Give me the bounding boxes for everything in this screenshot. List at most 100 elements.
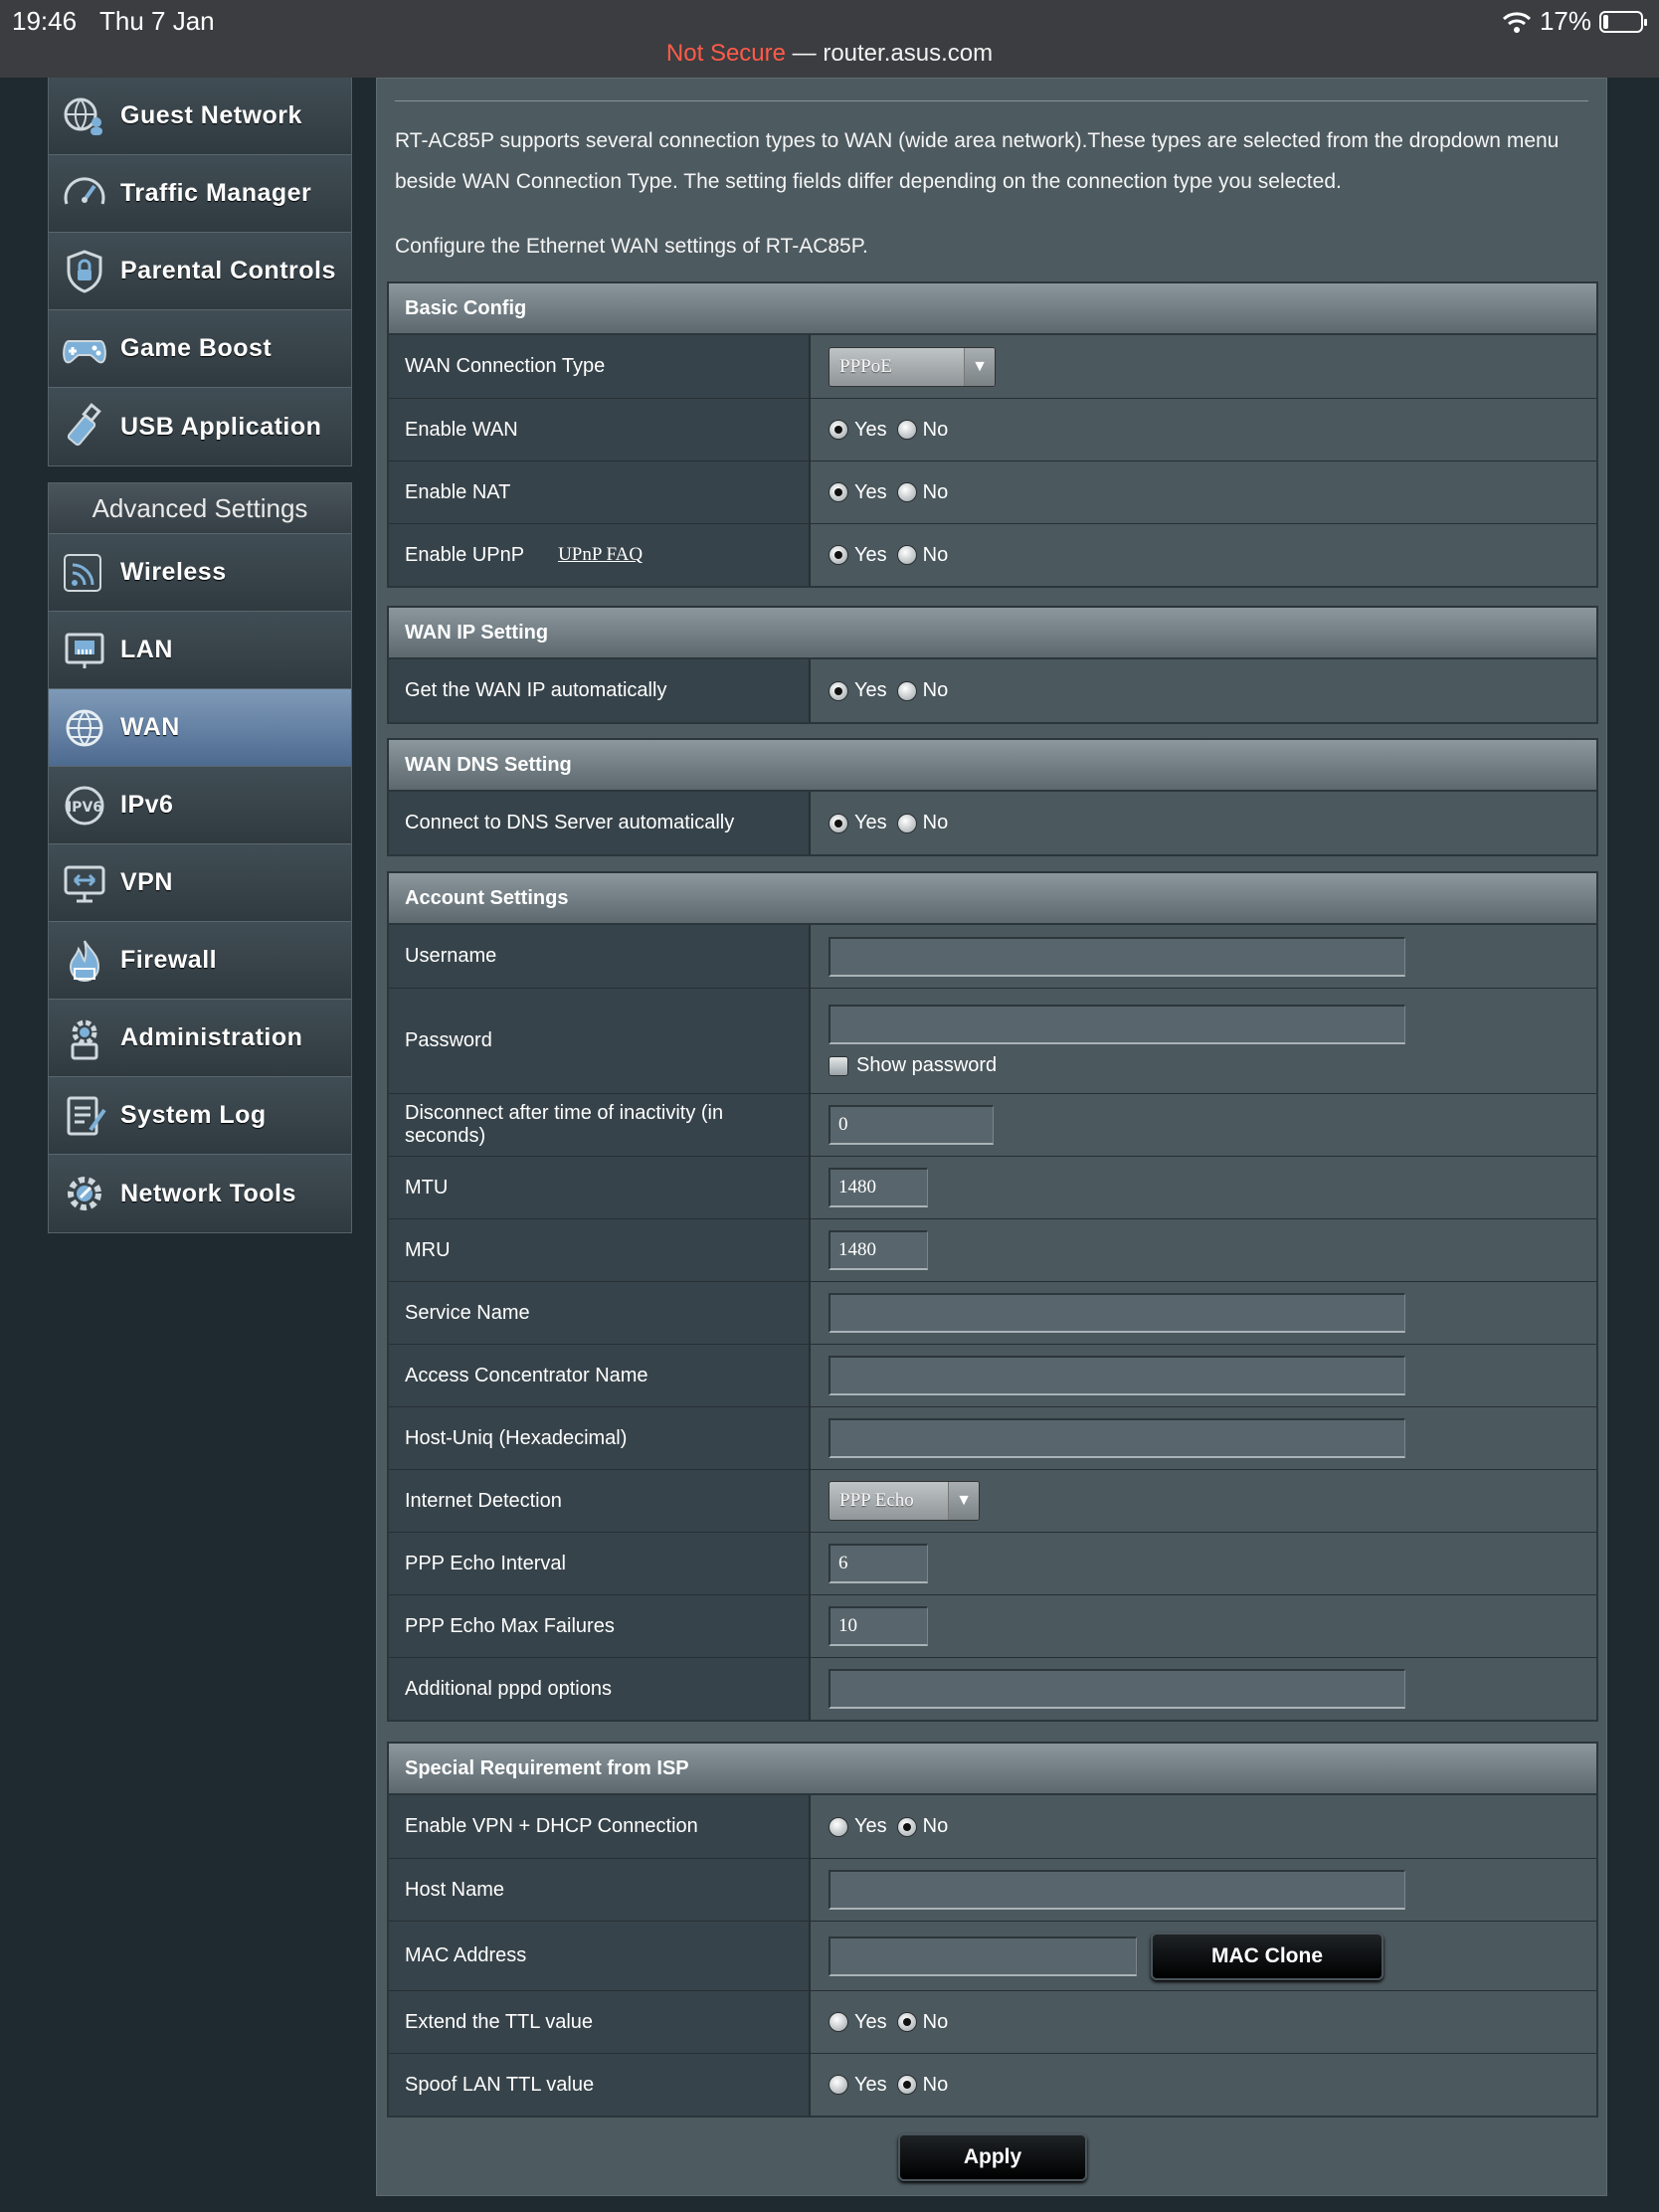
sidebar-item-wireless[interactable]: Wireless [49, 534, 351, 612]
wan-dns-section: WAN DNS Setting Connect to DNS Server au… [387, 738, 1598, 856]
row-dns-auto: Connect to DNS Server automatically Yes N… [389, 792, 1596, 854]
radio-no[interactable] [896, 2075, 917, 2095]
globe-people-icon [64, 97, 102, 135]
row-username: Username [389, 925, 1596, 988]
row-pppd-options: Additional pppd options [389, 1657, 1596, 1720]
radio-label: No [922, 1815, 949, 1837]
field-label: Disconnect after time of inactivity (in … [389, 1094, 811, 1156]
advanced-settings-title: Advanced Settings [49, 483, 351, 534]
vpn-dhcp-radio: Yes No [829, 1815, 958, 1838]
upnp-faq-link[interactable]: UPnP FAQ [558, 544, 643, 566]
usb-icon [67, 403, 101, 446]
field-label-container: Enable UPnP UPnP FAQ [389, 524, 811, 586]
host-name-input[interactable] [829, 1870, 1405, 1910]
row-password: Password Show password [389, 988, 1596, 1093]
radio-no[interactable] [896, 813, 917, 833]
radio-label: No [922, 543, 949, 566]
field-label: Enable VPN + DHCP Connection [389, 1795, 811, 1858]
idle-timeout-input[interactable] [829, 1105, 994, 1145]
mru-input[interactable] [829, 1230, 928, 1270]
section-title: WAN DNS Setting [389, 740, 1596, 792]
radio-label: Yes [854, 679, 887, 701]
divider [395, 100, 1588, 101]
dns-auto-radio: Yes No [829, 812, 958, 834]
radio-no[interactable] [896, 2012, 917, 2032]
row-service-name: Service Name [389, 1281, 1596, 1344]
chevron-down-icon: ▼ [964, 347, 995, 386]
row-idle-timeout: Disconnect after time of inactivity (in … [389, 1093, 1596, 1156]
radio-yes[interactable] [829, 420, 848, 440]
lan-icon [65, 633, 104, 668]
apply-button[interactable]: Apply [898, 2133, 1087, 2181]
url-bar[interactable]: Not Secure — router.asus.com [0, 40, 1659, 68]
url-separator: — [785, 40, 824, 67]
field-label: MAC Address [389, 1922, 811, 1990]
field-label: Host Name [389, 1859, 811, 1921]
sidebar-item-label: Guest Network [120, 101, 302, 129]
row-ac-name: Access Concentrator Name [389, 1344, 1596, 1406]
sidebar: Guest Network Traffic Manager Parental C… [48, 78, 352, 1233]
field-label: Extend the TTL value [389, 1991, 811, 2053]
field-label: Password [389, 989, 811, 1093]
sidebar-item-firewall[interactable]: Firewall [49, 922, 351, 1000]
row-spoof-ttl: Spoof LAN TTL value Yes No [389, 2053, 1596, 2116]
ac-name-input[interactable] [829, 1356, 1405, 1395]
radio-no[interactable] [896, 482, 917, 502]
echo-interval-input[interactable] [829, 1544, 928, 1583]
radio-label: No [922, 679, 949, 701]
mac-address-input[interactable] [829, 1936, 1137, 1976]
radio-label: No [922, 2073, 949, 2096]
sidebar-item-administration[interactable]: Administration [49, 1000, 351, 1077]
shield-lock-icon [67, 249, 102, 293]
sidebar-item-traffic-manager[interactable]: Traffic Manager [49, 155, 351, 233]
field-label: Connect to DNS Server automatically [389, 792, 811, 854]
service-name-input[interactable] [829, 1293, 1405, 1333]
username-input[interactable] [829, 936, 1405, 977]
enable-nat-radio: Yes No [829, 481, 958, 504]
sidebar-item-vpn[interactable]: VPN [49, 844, 351, 922]
sidebar-item-system-log[interactable]: System Log [49, 1077, 351, 1155]
echo-max-failures-input[interactable] [829, 1606, 928, 1646]
row-mtu: MTU [389, 1156, 1596, 1218]
row-internet-detection: Internet Detection PPP Echo ▼ [389, 1469, 1596, 1532]
field-label: Service Name [389, 1282, 811, 1344]
host-uniq-input[interactable] [829, 1418, 1405, 1458]
internet-detection-select[interactable]: PPP Echo ▼ [829, 1481, 980, 1521]
mac-clone-button[interactable]: MAC Clone [1151, 1932, 1383, 1980]
sidebar-item-guest-network[interactable]: Guest Network [49, 78, 351, 155]
row-wan-connection-type: WAN Connection Type PPPoE ▼ [389, 335, 1596, 398]
radio-label: Yes [854, 1815, 887, 1837]
pppd-options-input[interactable] [829, 1669, 1405, 1709]
spoof-ttl-radio: Yes No [829, 2074, 958, 2097]
sidebar-item-network-tools[interactable]: Network Tools [49, 1155, 351, 1232]
radio-yes[interactable] [829, 482, 848, 502]
wan-connection-type-select[interactable]: PPPoE ▼ [829, 346, 996, 387]
sidebar-item-game-boost[interactable]: Game Boost [49, 310, 351, 388]
radio-no[interactable] [896, 545, 917, 565]
wifi-signal-icon [1502, 11, 1531, 33]
sidebar-item-usb-application[interactable]: USB Application [49, 388, 351, 465]
password-input[interactable] [829, 1005, 1405, 1044]
radio-label: Yes [854, 543, 887, 566]
sidebar-item-ipv6[interactable]: IPV6 IPv6 [49, 767, 351, 844]
radio-no[interactable] [896, 1816, 917, 1837]
radio-no[interactable] [896, 680, 917, 701]
show-password-checkbox[interactable] [829, 1055, 848, 1076]
general-menu: Guest Network Traffic Manager Parental C… [48, 78, 352, 466]
radio-yes[interactable] [829, 813, 848, 833]
radio-yes[interactable] [829, 680, 848, 701]
radio-yes[interactable] [829, 1816, 848, 1837]
sidebar-item-label: IPv6 [120, 791, 174, 819]
sidebar-item-label: Traffic Manager [120, 179, 312, 207]
sidebar-item-parental-controls[interactable]: Parental Controls [49, 233, 351, 310]
field-label: PPP Echo Max Failures [389, 1595, 811, 1657]
wan-description: RT-AC85P supports several connection typ… [395, 129, 1560, 193]
sidebar-item-lan[interactable]: LAN [49, 612, 351, 689]
radio-yes[interactable] [829, 2012, 848, 2032]
radio-no[interactable] [896, 420, 917, 440]
section-title: Special Requirement from ISP [389, 1744, 1596, 1795]
radio-yes[interactable] [829, 545, 848, 565]
radio-yes[interactable] [829, 2075, 848, 2095]
mtu-input[interactable] [829, 1168, 928, 1207]
sidebar-item-wan[interactable]: WAN [49, 689, 351, 767]
